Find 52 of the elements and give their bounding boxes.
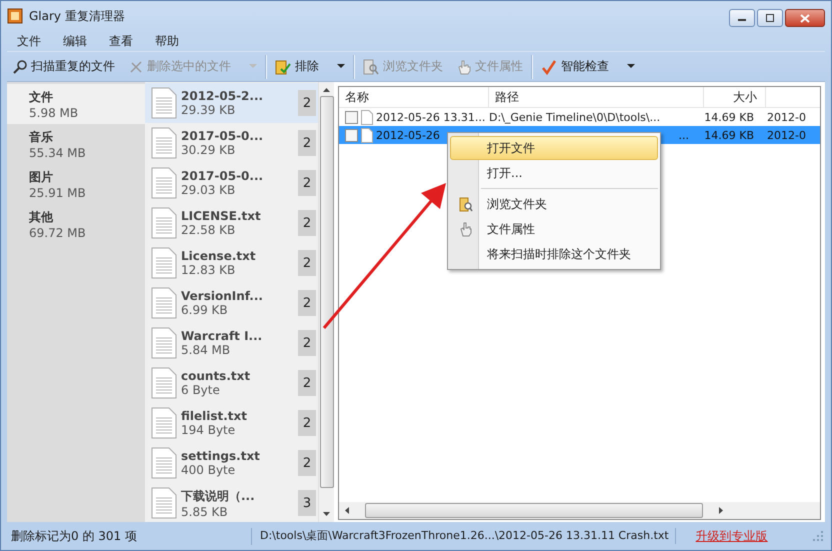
duplicate-count: 2 — [298, 330, 316, 356]
group-size: 29.39 KB — [181, 103, 236, 117]
duplicate-count: 2 — [298, 410, 316, 436]
category-size: 55.34 MB — [29, 146, 87, 160]
file-path: ... — [678, 128, 689, 142]
category-size: 69.72 MB — [29, 226, 87, 240]
duplicate-count: 2 — [298, 290, 316, 316]
category-name: 音乐 — [29, 128, 54, 146]
duplicate-count: 2 — [298, 170, 316, 196]
group-size: 22.58 KB — [181, 223, 236, 237]
group-name: LICENSE.txt — [181, 209, 262, 223]
file-size: 14.69 KB — [703, 128, 755, 142]
group-name: counts.txt — [181, 369, 252, 383]
window-title: Glary 重复清理器 — [29, 8, 125, 24]
status-path: D:\tools\桌面\Warcraft3FrozenThrone1.26...\2012-05-26 13.31.11 Crash.txt — [252, 528, 676, 544]
group-size: 12.83 KB — [181, 263, 236, 277]
duplicate-count: 2 — [298, 250, 316, 276]
group-name: 2012-05-2... — [181, 89, 264, 103]
duplicate-count: 2 — [298, 210, 316, 236]
group-size: 5.85 KB — [181, 504, 229, 518]
category-size: 5.98 MB — [29, 106, 80, 120]
table-cell-text: 2012-0 — [767, 110, 807, 124]
category-name: 文件 — [29, 88, 54, 106]
group-name: 2017-05-0... — [181, 129, 264, 143]
category-name: 图片 — [29, 168, 54, 186]
group-size: 6.99 KB — [181, 303, 229, 317]
duplicate-count: 3 — [298, 490, 316, 516]
category-size: 25.91 MB — [29, 186, 87, 200]
file-size: 14.69 KB — [703, 110, 755, 124]
group-name: filelist.txt — [181, 409, 248, 423]
category-name: 其他 — [29, 208, 54, 226]
duplicate-count: 2 — [298, 90, 316, 116]
file-name: 2012-05-26 — [376, 128, 441, 142]
group-size: 30.29 KB — [181, 143, 236, 157]
group-size: 194 Byte — [181, 423, 236, 437]
status-text: 删除标记为0 的 301 项 — [7, 528, 252, 544]
duplicate-count: 2 — [298, 130, 316, 156]
duplicate-count: 2 — [298, 370, 316, 396]
group-name: settings.txt — [181, 449, 261, 463]
group-size: 29.03 KB — [181, 183, 236, 197]
group-name: 2017-05-0... — [181, 169, 264, 183]
group-name: Warcraft I... — [181, 329, 264, 343]
group-size: 400 Byte — [181, 463, 236, 477]
group-name: VersionInf... — [181, 289, 264, 303]
group-size: 5.84 MB — [181, 343, 232, 357]
duplicate-count: 2 — [298, 450, 316, 476]
table-cell-text: 2012-0 — [767, 128, 807, 142]
file-path: D:\_Genie Timeline\0\D\tools\... — [489, 110, 662, 124]
group-name: 下载说明（... — [181, 488, 256, 504]
group-name: License.txt — [181, 249, 257, 263]
group-size: 6 Byte — [181, 383, 221, 397]
file-name: 2012-05-26 13.31... — [376, 110, 486, 124]
